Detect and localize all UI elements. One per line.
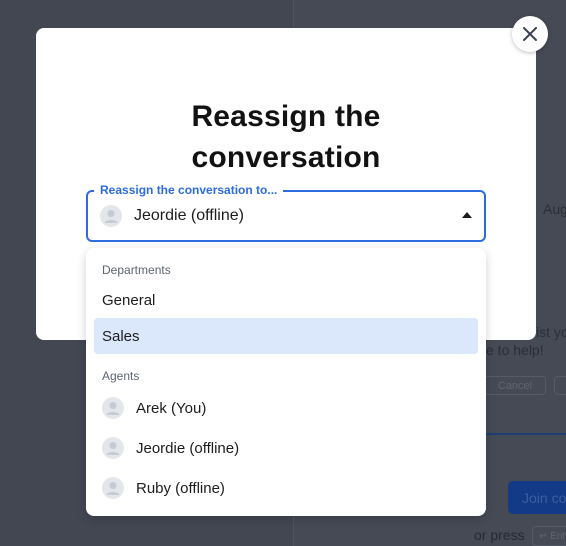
user-avatar-icon bbox=[102, 477, 124, 499]
background-input-border bbox=[486, 433, 566, 435]
modal-title-line2: conversation bbox=[191, 141, 381, 174]
option-agent-arek[interactable]: Arek (You) bbox=[94, 390, 478, 426]
option-label: Sales bbox=[102, 327, 140, 345]
modal-title-line1: Reassign the bbox=[191, 100, 381, 133]
user-avatar-icon bbox=[100, 205, 122, 227]
background-or-press: or press bbox=[474, 527, 525, 543]
option-label: Arek (You) bbox=[136, 399, 207, 417]
background-message-line2: e to help! bbox=[486, 342, 544, 358]
user-avatar-icon bbox=[102, 437, 124, 459]
option-label: General bbox=[102, 291, 156, 309]
background-message-line1: ist yo bbox=[536, 324, 566, 340]
option-department-sales[interactable]: Sales bbox=[94, 318, 478, 354]
background-enter-key: ↵ Ent bbox=[532, 526, 566, 546]
group-label-departments: Departments bbox=[102, 263, 171, 277]
background-cancel-button: Cancel bbox=[484, 376, 546, 395]
background-join-button: Join co bbox=[508, 481, 566, 514]
caret-up-icon[interactable] bbox=[462, 212, 472, 218]
user-avatar-icon bbox=[102, 397, 124, 419]
background-secondary-button bbox=[554, 376, 566, 395]
modal-title: Reassign the conversation bbox=[36, 96, 536, 178]
reassign-dropdown: Departments General Sales Agents Arek (Y… bbox=[86, 248, 486, 516]
select-value: Jeordie (offline) bbox=[134, 207, 244, 224]
option-label: Jeordie (offline) bbox=[136, 439, 240, 457]
option-department-general[interactable]: General bbox=[94, 282, 478, 318]
option-agent-jeordie[interactable]: Jeordie (offline) bbox=[94, 430, 478, 466]
option-agent-ruby[interactable]: Ruby (offline) bbox=[94, 470, 478, 506]
group-label-agents: Agents bbox=[102, 369, 140, 383]
close-icon bbox=[523, 27, 537, 41]
select-legend: Reassign the conversation to... bbox=[94, 183, 284, 198]
option-label: Ruby (offline) bbox=[136, 479, 225, 497]
close-button[interactable] bbox=[512, 16, 548, 52]
background-date: Aug bbox=[543, 201, 566, 217]
